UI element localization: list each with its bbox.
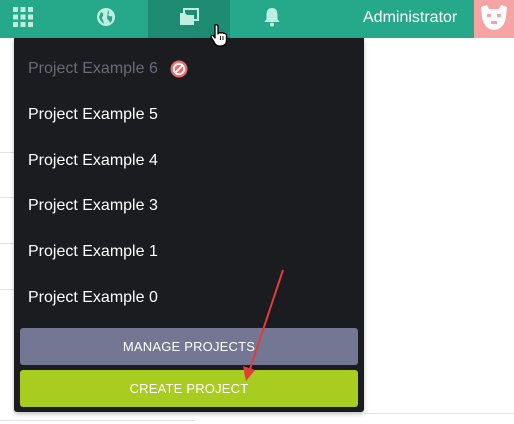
project-item[interactable]: Project Example 0 <box>14 278 364 318</box>
avatar[interactable] <box>474 0 514 38</box>
page-divider <box>364 413 514 414</box>
page-divider <box>0 197 14 198</box>
page-divider <box>0 289 14 290</box>
notifications-button[interactable] <box>244 0 300 38</box>
apps-grid-icon <box>12 6 34 33</box>
project-item-label: Project Example 6 <box>28 60 158 77</box>
bell-icon <box>263 7 281 32</box>
project-item-label: Project Example 4 <box>28 152 158 169</box>
project-item[interactable]: Project Example 5 <box>14 95 364 135</box>
page-divider <box>0 420 195 421</box>
page-divider <box>0 243 14 244</box>
manage-projects-button[interactable]: MANAGE PROJECTS <box>20 328 358 365</box>
project-item[interactable]: Project Example 4 <box>14 141 364 181</box>
blocked-icon <box>170 60 188 78</box>
project-item-label: Project Example 5 <box>28 106 158 123</box>
globe-icon <box>96 7 116 32</box>
projects-dropdown: Project Example 6 Project Example 5 Proj… <box>14 38 364 412</box>
globe-button[interactable] <box>78 0 134 38</box>
page-divider <box>0 152 14 153</box>
project-item-label: Project Example 1 <box>28 243 158 260</box>
create-project-button[interactable]: CREATE PROJECT <box>20 370 358 407</box>
create-project-label: CREATE PROJECT <box>129 381 249 396</box>
apps-button[interactable] <box>0 0 46 38</box>
project-item-label: Project Example 3 <box>28 197 158 214</box>
project-item[interactable]: Project Example 1 <box>14 232 364 272</box>
project-item: Project Example 6 <box>14 49 364 89</box>
project-item-label: Project Example 0 <box>28 289 158 306</box>
top-nav-bar: Administrator <box>0 0 514 38</box>
user-name[interactable]: Administrator <box>363 9 457 27</box>
manage-projects-label: MANAGE PROJECTS <box>122 339 256 354</box>
avatar-face-icon <box>477 1 511 38</box>
project-item[interactable]: Project Example 3 <box>14 186 364 226</box>
folder-icon <box>179 7 199 31</box>
projects-button[interactable] <box>148 0 230 38</box>
